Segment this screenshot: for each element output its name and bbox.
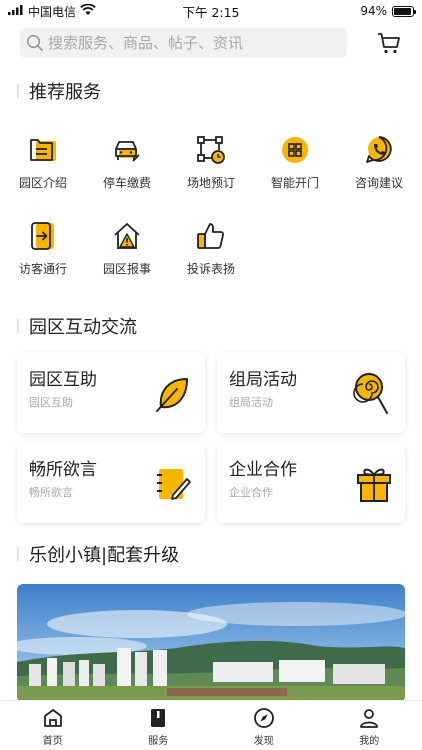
service-label: 园区报事 bbox=[102, 262, 151, 276]
notepad-icon bbox=[157, 469, 191, 500]
tab-label: 我的 bbox=[359, 736, 380, 747]
card-cooperation[interactable]: 企业合作 企业合作 bbox=[217, 443, 405, 523]
compass-icon bbox=[253, 708, 274, 728]
section-upgrade: 乐创小镇|配套升级 bbox=[17, 541, 179, 567]
service-label: 场地预订 bbox=[186, 176, 235, 190]
carrier-label: 中国电信 bbox=[28, 4, 77, 19]
book-icon bbox=[151, 709, 166, 727]
status-left: 中国电信 bbox=[8, 3, 96, 20]
section-bar bbox=[17, 319, 19, 333]
user-icon bbox=[360, 709, 379, 728]
service-venue[interactable]: 场地预订 bbox=[177, 134, 245, 191]
gift-icon bbox=[357, 468, 391, 502]
report-issue-icon bbox=[114, 223, 140, 249]
tab-discover[interactable]: 发现 bbox=[211, 701, 317, 750]
card-activity[interactable]: 组局活动 组局活动 bbox=[217, 353, 405, 433]
service-label: 咨询建议 bbox=[354, 176, 403, 190]
service-park-intro[interactable]: 园区介绍 bbox=[9, 134, 77, 191]
service-label: 投诉表扬 bbox=[186, 262, 235, 276]
smart-door-icon bbox=[282, 137, 308, 163]
service-smart-door[interactable]: 智能开门 bbox=[261, 134, 329, 191]
section-interaction-title: 园区互动交流 bbox=[29, 317, 137, 338]
service-report[interactable]: 园区报事 bbox=[93, 220, 161, 277]
service-consult[interactable]: 咨询建议 bbox=[345, 134, 413, 191]
service-visitor[interactable]: 访客通行 bbox=[9, 220, 77, 277]
wifi-icon bbox=[80, 3, 96, 19]
service-label: 园区介绍 bbox=[18, 176, 67, 190]
status-bar: 中国电信 下午 2:15 94% bbox=[0, 0, 422, 22]
service-complaint[interactable]: 投诉表扬 bbox=[177, 220, 245, 277]
section-recommend-title: 推荐服务 bbox=[29, 82, 101, 103]
tab-mine[interactable]: 我的 bbox=[317, 701, 422, 750]
tab-label: 发现 bbox=[253, 736, 274, 747]
section-upgrade-title: 乐创小镇|配套升级 bbox=[29, 545, 180, 566]
car-payment-icon bbox=[115, 141, 140, 162]
service-label: 停车缴费 bbox=[102, 176, 151, 190]
cart-icon[interactable] bbox=[376, 30, 402, 56]
section-bar bbox=[17, 84, 19, 98]
tab-services[interactable]: 服务 bbox=[106, 701, 212, 750]
signal-icon bbox=[8, 4, 24, 18]
section-interaction: 园区互动交流 bbox=[17, 313, 137, 339]
section-recommend: 推荐服务 bbox=[17, 78, 101, 104]
section-bar bbox=[17, 547, 19, 561]
home-icon bbox=[43, 709, 62, 727]
status-right: 94% bbox=[360, 4, 416, 18]
visitor-pass-icon bbox=[31, 222, 54, 250]
consult-phone-icon bbox=[366, 136, 392, 163]
service-parking[interactable]: 停车缴费 bbox=[93, 134, 161, 191]
search-icon bbox=[26, 34, 43, 51]
town-photo bbox=[17, 584, 405, 702]
thumbs-up-icon bbox=[197, 223, 225, 249]
lollipop-icon bbox=[353, 373, 388, 414]
card-speak-freely[interactable]: 畅所欲言 畅所欲言 bbox=[17, 443, 205, 523]
search-row bbox=[20, 28, 402, 58]
tab-bar: 首页 服务 发现 我的 bbox=[0, 700, 422, 750]
battery-icon bbox=[392, 5, 416, 17]
tab-home[interactable]: 首页 bbox=[0, 701, 106, 750]
search-input[interactable] bbox=[48, 34, 338, 52]
service-label: 访客通行 bbox=[18, 262, 67, 276]
service-label: 智能开门 bbox=[270, 176, 319, 190]
battery-percent: 94% bbox=[360, 4, 387, 18]
leaf-icon bbox=[156, 378, 188, 412]
park-intro-icon bbox=[30, 139, 56, 161]
banner-image[interactable] bbox=[17, 584, 405, 702]
tab-label: 服务 bbox=[148, 736, 169, 747]
venue-booking-icon bbox=[197, 136, 225, 164]
tab-label: 首页 bbox=[42, 736, 63, 747]
search-box[interactable] bbox=[20, 28, 347, 58]
card-mutual-help[interactable]: 园区互助 园区互助 bbox=[17, 353, 205, 433]
